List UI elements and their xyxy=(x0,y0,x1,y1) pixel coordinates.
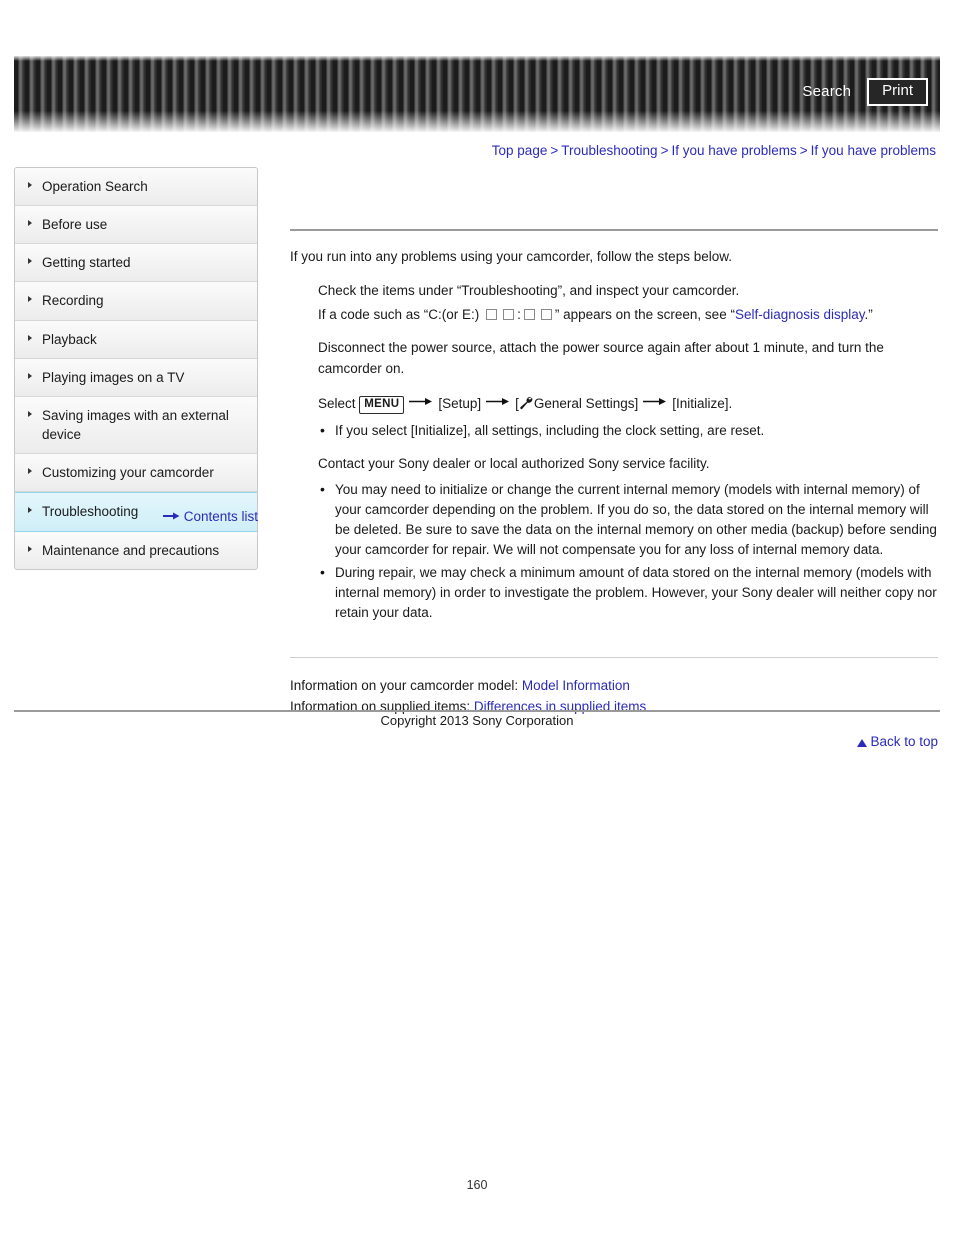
step-2-text: Disconnect the power source, attach the … xyxy=(318,340,884,376)
step-4-note-2: During repair, we may check a minimum am… xyxy=(318,562,938,624)
breadcrumb: Top page > Troubleshooting > If you have pro… xyxy=(492,143,936,158)
sidebar-item-label: Playback xyxy=(42,331,97,347)
chevron-right-icon xyxy=(28,545,32,552)
chevron-right-icon xyxy=(28,334,32,341)
step-1: Check the items under “Troubleshooting”,… xyxy=(290,281,938,326)
header-actions: Search Print xyxy=(802,78,928,106)
code-placeholder-box xyxy=(503,309,515,320)
sidebar-item-label: Saving images with an external device xyxy=(42,407,229,443)
intro-paragraph: If you run into any problems using your … xyxy=(290,249,732,264)
sidebar-item-label: Recording xyxy=(42,293,104,309)
step-3-setup: [Setup] xyxy=(438,395,482,411)
step-1-code-prefix: If a code such as “C:(or E:) xyxy=(318,307,480,322)
step-3-note: If you select [Initialize], all settings… xyxy=(318,420,938,441)
step-1-line-2: If a code such as “C:(or E:) : ” appears … xyxy=(318,305,938,325)
arrow-right-icon xyxy=(409,392,433,412)
sidebar-item-playback[interactable]: Playback xyxy=(15,320,257,359)
sidebar-item-customizing-your-camcorder[interactable]: Customizing your camcorder xyxy=(15,454,257,493)
step-3-select-label: Select xyxy=(318,395,356,411)
sidebar-item-label: Customizing your camcorder xyxy=(42,465,214,481)
back-to-top-link[interactable]: Back to top xyxy=(870,734,938,749)
step-3-initialize: [Initialize]. xyxy=(672,395,733,411)
sidebar-item-maintenance-and-precautions[interactable]: Maintenance and precautions xyxy=(15,531,257,569)
info-model-row: Information on your camcorder model: Mod… xyxy=(290,676,938,697)
breadcrumb-item-current[interactable]: If you have problems xyxy=(811,143,936,158)
breadcrumb-separator: > xyxy=(660,143,669,158)
troubleshooting-steps: Check the items under “Troubleshooting”,… xyxy=(290,281,938,624)
arrow-right-icon xyxy=(486,392,510,412)
sidebar-item-label: Getting started xyxy=(42,255,131,271)
breadcrumb-item-top-page[interactable]: Top page xyxy=(492,143,548,158)
sidebar-item-getting-started[interactable]: Getting started xyxy=(15,244,257,283)
arrow-right-icon xyxy=(643,392,667,412)
breadcrumb-separator: > xyxy=(550,143,559,158)
copyright-text: Copyright 2013 Sony Corporation xyxy=(380,713,574,728)
site-header: Search Print xyxy=(14,56,940,132)
code-colon: : xyxy=(517,307,521,322)
step-1-code-suffix: .” xyxy=(864,307,873,322)
chevron-right-icon xyxy=(28,258,32,265)
search-link[interactable]: Search xyxy=(802,83,851,100)
info-model-label: Information on your camcorder model: xyxy=(290,678,519,694)
breadcrumb-item-if-you-have-problems[interactable]: If you have problems xyxy=(671,143,796,158)
chevron-right-icon xyxy=(28,372,32,379)
chevron-right-icon xyxy=(28,296,32,303)
code-placeholder-box xyxy=(523,309,535,320)
step-3-general-settings: General Settings] xyxy=(533,395,639,411)
code-placeholder-box xyxy=(540,309,552,320)
code-placeholder-box xyxy=(486,309,498,320)
step-1-line-1: Check the items under “Troubleshooting”,… xyxy=(318,282,740,298)
arrow-right-icon xyxy=(162,509,180,524)
breadcrumb-separator: > xyxy=(799,143,808,158)
main-content: If you run into any problems using your … xyxy=(290,167,938,749)
print-button[interactable]: Print xyxy=(867,78,928,106)
step-3: Select MENU [Setup][General Settings] [Ini… xyxy=(290,392,938,441)
contents-list-wrapper: Contents list xyxy=(14,509,258,525)
footer-divider xyxy=(14,710,940,712)
sidebar-item-label: Playing images on a TV xyxy=(42,369,185,385)
step-3-notes: If you select [Initialize], all settings… xyxy=(318,420,938,441)
content-bottom-divider xyxy=(290,657,938,659)
self-diagnosis-display-link[interactable]: Self-diagnosis display xyxy=(735,307,865,322)
model-information-link[interactable]: Model Information xyxy=(522,678,630,693)
chevron-right-icon xyxy=(28,468,32,475)
chevron-right-icon xyxy=(28,182,32,188)
sidebar-item-label: Maintenance and precautions xyxy=(42,542,220,558)
content-top-divider xyxy=(290,229,938,231)
sidebar-item-before-use[interactable]: Before use xyxy=(15,206,257,245)
breadcrumb-item-troubleshooting[interactable]: Troubleshooting xyxy=(561,143,657,158)
step-2: Disconnect the power source, attach the … xyxy=(290,338,938,379)
step-3-text: Select MENU [Setup][General Settings] [Ini… xyxy=(318,392,938,416)
step-4-text: Contact your Sony dealer or local author… xyxy=(318,456,710,472)
sidebar-item-recording[interactable]: Recording xyxy=(15,282,257,321)
menu-button-icon: MENU xyxy=(359,395,405,414)
step-4-note-1: You may need to initialize or change the… xyxy=(318,479,938,561)
sidebar-item-saving-images-external-device[interactable]: Saving images with an external device xyxy=(15,396,257,455)
wrench-icon xyxy=(519,396,533,416)
sidebar-item-operation-search[interactable]: Operation Search xyxy=(15,168,257,207)
sidebar-item-label: Operation Search xyxy=(42,179,148,194)
sidebar-item-playing-images-on-a-tv[interactable]: Playing images on a TV xyxy=(15,358,257,397)
triangle-up-icon xyxy=(857,739,868,748)
step-4-notes: You may need to initialize or change the… xyxy=(318,479,938,624)
page-number: 160 xyxy=(466,1178,488,1192)
step-1-code-mid: ” appears on the screen, see “ xyxy=(554,307,735,322)
contents-list-link[interactable]: Contents list xyxy=(184,509,258,524)
chevron-right-icon xyxy=(28,220,32,227)
chevron-right-icon xyxy=(28,410,32,417)
back-to-top-wrapper: Back to top xyxy=(290,734,938,749)
header-stripe-background xyxy=(14,56,940,132)
sidebar-item-label: Before use xyxy=(42,217,108,233)
step-4: Contact your Sony dealer or local author… xyxy=(290,454,938,623)
